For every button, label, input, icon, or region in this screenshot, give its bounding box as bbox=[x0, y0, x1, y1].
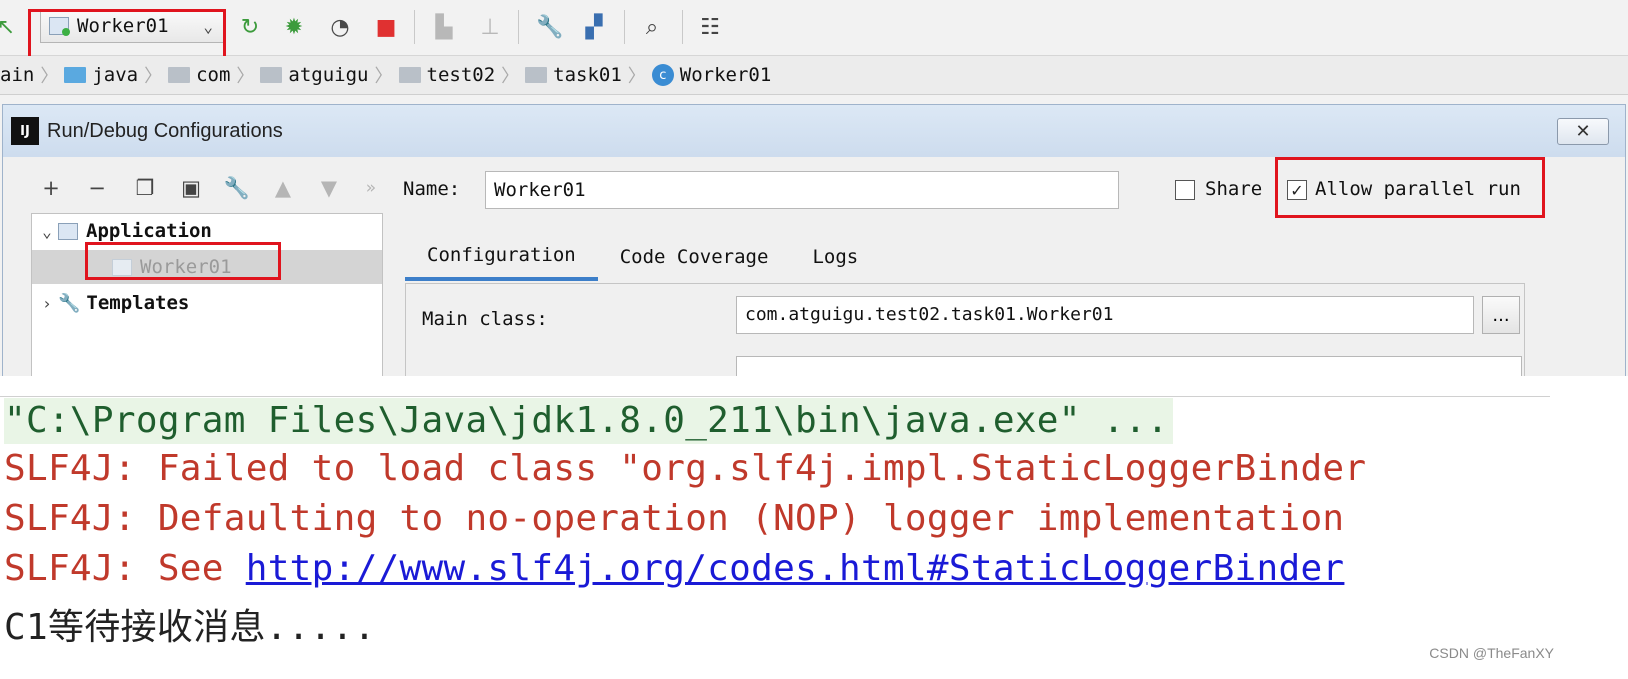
configuration-tree: ⌄ Application Worker01 › 🔧 Templates bbox=[31, 213, 383, 376]
more-icon[interactable]: » bbox=[357, 173, 385, 203]
chevron-right-icon[interactable]: › bbox=[36, 294, 58, 313]
breadcrumb-item-test02[interactable]: test02 bbox=[398, 64, 495, 86]
chevron-down-icon: ⌄ bbox=[203, 16, 213, 36]
run-configuration-label: Worker01 bbox=[77, 15, 169, 37]
toolbar-separator bbox=[682, 10, 683, 44]
tab-configuration[interactable]: Configuration bbox=[405, 233, 598, 281]
rerun-icon[interactable]: ↻ bbox=[236, 12, 264, 42]
breadcrumb-separator: 〉 bbox=[501, 66, 520, 87]
dialog-titlebar: IJ Run/Debug Configurations ✕ bbox=[3, 105, 1625, 157]
browse-main-class-button[interactable]: ... bbox=[1482, 296, 1520, 334]
name-label: Name: bbox=[403, 178, 461, 200]
application-config-icon bbox=[49, 17, 70, 36]
application-icon bbox=[58, 222, 78, 240]
navigation-breadcrumb: ain 〉 java 〉 com 〉 atguigu 〉 test02 〉 ta… bbox=[0, 56, 1628, 95]
main-class-input[interactable]: com.atguigu.test02.task01.Worker01 bbox=[736, 296, 1474, 334]
share-checkbox[interactable] bbox=[1175, 180, 1195, 200]
configuration-panel: Main class: com.atguigu.test02.task01.Wo… bbox=[405, 283, 1525, 376]
close-button[interactable]: ✕ bbox=[1557, 118, 1609, 145]
toolbar-separator bbox=[518, 10, 519, 44]
package-folder-icon bbox=[525, 67, 548, 83]
configuration-tree-toolbar: + − ❐ ▣ 🔧 ▲ ▼ » bbox=[37, 173, 387, 203]
search-icon[interactable]: ⌕ bbox=[638, 12, 666, 42]
console-output-line: C1等待接收消息..... bbox=[4, 607, 376, 648]
toolbar-separator bbox=[624, 10, 625, 44]
breadcrumb-item-java[interactable]: java bbox=[64, 64, 138, 86]
breadcrumb-separator: 〉 bbox=[374, 66, 393, 87]
console-divider bbox=[0, 396, 1550, 397]
tree-node-templates[interactable]: › 🔧 Templates bbox=[32, 286, 382, 320]
build-project-icon: ▙ bbox=[435, 14, 453, 40]
ide-window: ↖ Worker01 ⌄ ↻ ✹ ◔ ■ ▙ ⊥ 🔧 ▞ ⌕ ☷ ain 〉 j… bbox=[0, 0, 1628, 376]
run-with-coverage-icon[interactable]: ◔ bbox=[326, 12, 354, 42]
breadcrumb-separator: 〉 bbox=[627, 66, 646, 87]
breadcrumb-item-task01[interactable]: task01 bbox=[525, 64, 622, 86]
breadcrumb-separator: 〉 bbox=[40, 66, 59, 87]
run-configuration-combo[interactable]: Worker01 ⌄ bbox=[40, 9, 224, 43]
console-output: "C:\Program Files\Java\jdk1.8.0_211\bin\… bbox=[0, 376, 1628, 679]
breadcrumb-item-atguigu[interactable]: atguigu bbox=[260, 64, 369, 86]
tree-node-worker01[interactable]: Worker01 bbox=[32, 250, 382, 284]
application-config-icon bbox=[112, 258, 132, 276]
java-class-icon: c bbox=[651, 64, 674, 86]
tab-code-coverage[interactable]: Code Coverage bbox=[598, 233, 791, 281]
stop-icon[interactable]: ■ bbox=[372, 12, 400, 42]
remove-icon[interactable]: − bbox=[83, 173, 111, 203]
console-error-line-with-link: SLF4J: See http://www.slf4j.org/codes.ht… bbox=[4, 548, 1345, 589]
wrench-settings-icon[interactable]: 🔧 bbox=[536, 12, 564, 42]
configuration-tabs: Configuration Code Coverage Logs bbox=[405, 233, 880, 281]
move-up-icon: ▲ bbox=[274, 176, 292, 200]
project-structure-icon[interactable]: ▞ bbox=[580, 12, 608, 42]
console-command-line: "C:\Program Files\Java\jdk1.8.0_211\bin\… bbox=[4, 398, 1173, 444]
debug-bug-icon[interactable]: ✹ bbox=[280, 12, 308, 42]
console-error-line: SLF4J: Defaulting to no-operation (NOP) … bbox=[4, 498, 1345, 539]
main-toolbar: ↖ Worker01 ⌄ ↻ ✹ ◔ ■ ▙ ⊥ 🔧 ▞ ⌕ ☷ bbox=[0, 0, 1628, 63]
console-error-line: SLF4J: Failed to load class "org.slf4j.i… bbox=[4, 448, 1367, 489]
watermark: CSDN @TheFanXY bbox=[1429, 645, 1554, 661]
breadcrumb-item-worker01[interactable]: c Worker01 bbox=[651, 64, 771, 86]
breadcrumb-item-main[interactable]: ain bbox=[0, 64, 34, 86]
main-class-label: Main class: bbox=[422, 308, 548, 330]
package-folder-icon bbox=[260, 67, 283, 83]
source-folder-icon bbox=[64, 67, 87, 83]
run-debug-configurations-dialog: IJ Run/Debug Configurations ✕ + − ❐ ▣ 🔧 … bbox=[2, 104, 1626, 376]
presentation-assistant-icon[interactable]: ☷ bbox=[696, 12, 724, 42]
share-label[interactable]: Share bbox=[1205, 178, 1262, 200]
package-folder-icon bbox=[398, 67, 421, 83]
allow-parallel-run-checkbox[interactable]: ✓ bbox=[1287, 180, 1307, 200]
wrench-icon: 🔧 bbox=[58, 292, 81, 314]
update-icon: ⊥ bbox=[480, 14, 500, 40]
back-arrow-icon[interactable]: ↖ bbox=[0, 12, 20, 42]
slf4j-codes-link[interactable]: http://www.slf4j.org/codes.html#StaticLo… bbox=[246, 548, 1345, 589]
wrench-icon[interactable]: 🔧 bbox=[223, 173, 251, 203]
intellij-logo-icon: IJ bbox=[11, 117, 39, 145]
copy-icon[interactable]: ❐ bbox=[131, 173, 159, 203]
tab-logs[interactable]: Logs bbox=[790, 233, 880, 281]
dialog-title: Run/Debug Configurations bbox=[47, 119, 283, 142]
chevron-down-icon[interactable]: ⌄ bbox=[36, 222, 58, 241]
save-icon[interactable]: ▣ bbox=[177, 173, 205, 203]
breadcrumb-separator: 〉 bbox=[236, 66, 255, 87]
tree-node-application[interactable]: ⌄ Application bbox=[32, 214, 382, 248]
allow-parallel-run-label[interactable]: Allow parallel run bbox=[1315, 178, 1521, 200]
breadcrumb-item-com[interactable]: com bbox=[168, 64, 230, 86]
add-icon[interactable]: + bbox=[37, 173, 65, 203]
breadcrumb-separator: 〉 bbox=[144, 66, 163, 87]
name-input[interactable]: Worker01 bbox=[485, 171, 1119, 209]
vm-options-input[interactable] bbox=[736, 356, 1522, 376]
package-folder-icon bbox=[168, 67, 191, 83]
move-down-icon: ▼ bbox=[320, 176, 338, 200]
toolbar-separator bbox=[414, 10, 415, 44]
